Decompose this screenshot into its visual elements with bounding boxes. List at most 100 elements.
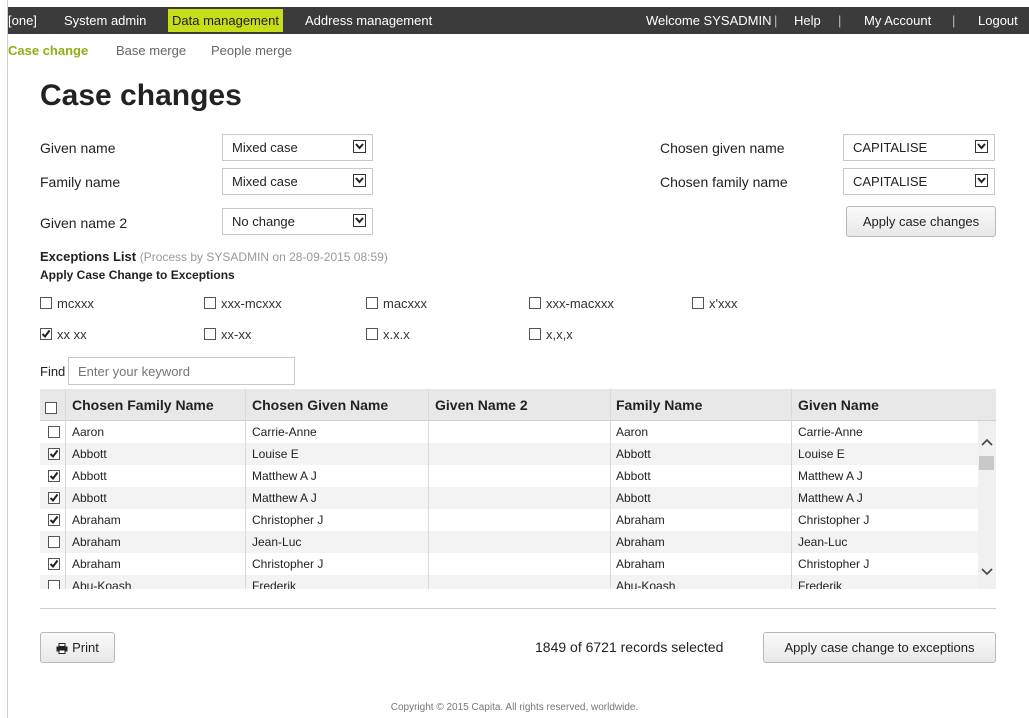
search-input[interactable] (68, 357, 295, 385)
row-checkbox[interactable] (48, 426, 65, 440)
table-row[interactable]: Abraham Christopher J Abraham Christopher J (40, 553, 978, 575)
table-cell: Abbott (616, 491, 651, 505)
exception-option-label: xx-xx (221, 327, 252, 342)
chevron-down-icon (353, 174, 366, 187)
top-navigation-bar: [one] System admin Data management Addre… (8, 7, 1029, 34)
table-body: Aaron Carrie-Anne Aaron Carrie-Anne Abbott Lo… (40, 421, 978, 589)
checkbox[interactable] (366, 297, 378, 309)
table-row[interactable]: Abraham Jean-Luc Abraham Jean-Luc (40, 531, 978, 553)
exception-option-label: xx xx (57, 327, 87, 342)
subnav-people-merge[interactable]: People merge (211, 43, 292, 58)
row-checkbox[interactable] (48, 580, 65, 589)
exception-option[interactable]: macxxx (366, 296, 427, 311)
column-divider (610, 389, 611, 589)
separator: | (774, 13, 778, 28)
divider (40, 608, 996, 609)
exception-option[interactable]: mcxxx (40, 296, 94, 311)
exception-option[interactable]: x,x,x (529, 327, 573, 342)
exceptions-heading: Exceptions List (Process by SYSADMIN on … (40, 249, 388, 264)
table-cell: Abraham (616, 535, 665, 549)
chosen-family-name-select[interactable]: CAPITALISE (843, 168, 995, 195)
family-name-label: Family name (40, 174, 121, 190)
table-row[interactable]: Abbott Matthew A J Abbott Matthew A J (40, 487, 978, 509)
checkbox[interactable] (529, 328, 541, 340)
subnav-case-change[interactable]: Case change (8, 43, 88, 58)
frame-border (7, 0, 8, 718)
table-row[interactable]: Abu-Koash Frederik Abu-Koash Frederik (40, 575, 978, 589)
chevron-down-icon[interactable] (981, 563, 993, 581)
table-row[interactable]: Abraham Christopher J Abraham Christopher J (40, 509, 978, 531)
checkbox[interactable] (529, 297, 541, 309)
scrollbar-thumb[interactable] (979, 456, 994, 470)
exception-option[interactable]: xx-xx (204, 327, 251, 342)
separator: | (838, 13, 842, 28)
checkbox[interactable] (204, 328, 216, 340)
column-header[interactable]: Chosen Family Name (72, 397, 214, 413)
sub-navigation: Case change Base merge People merge (8, 35, 1029, 62)
nav-data-management[interactable]: Data management (168, 9, 283, 32)
my-account-link[interactable]: My Account (864, 7, 931, 34)
exception-option[interactable]: x'xxx (692, 296, 737, 311)
chevron-down-icon (975, 174, 988, 187)
given-name-2-label: Given name 2 (40, 215, 128, 231)
exception-option-label: xxx-mcxxx (221, 296, 282, 311)
nav-address-management[interactable]: Address management (305, 7, 432, 34)
apply-exceptions-button[interactable]: Apply case change to exceptions (763, 632, 996, 663)
family-name-select[interactable]: Mixed case (222, 168, 373, 195)
exception-option[interactable]: xx xx (40, 327, 87, 342)
help-link[interactable]: Help (794, 7, 821, 34)
table-cell: Jean-Luc (798, 535, 848, 549)
logout-link[interactable]: Logout (978, 7, 1018, 34)
table-row[interactable]: Aaron Carrie-Anne Aaron Carrie-Anne (40, 421, 978, 443)
subnav-base-merge[interactable]: Base merge (116, 43, 186, 58)
row-checkbox[interactable] (48, 536, 65, 550)
exception-option[interactable]: x.x.x (366, 327, 410, 342)
table-cell: Abraham (72, 535, 121, 549)
column-divider (791, 389, 792, 589)
table-cell: Matthew A J (798, 469, 863, 483)
column-header[interactable]: Given Name 2 (435, 397, 528, 413)
column-header[interactable]: Family Name (616, 397, 702, 413)
exceptions-subtitle: Apply Case Change to Exceptions (40, 268, 235, 282)
exception-option-label: xxx-macxxx (546, 296, 614, 311)
nav-system-admin[interactable]: System admin (64, 7, 146, 34)
checkbox[interactable] (204, 297, 216, 309)
exception-option[interactable]: xxx-macxxx (529, 296, 614, 311)
brand-link[interactable]: [one] (8, 7, 37, 34)
exceptions-title: Exceptions List (40, 249, 137, 264)
column-header[interactable]: Chosen Given Name (252, 397, 388, 413)
row-checkbox[interactable] (48, 470, 65, 484)
row-checkbox[interactable] (48, 492, 65, 506)
given-name-label: Given name (40, 140, 116, 156)
chevron-down-icon (975, 140, 988, 153)
row-checkbox[interactable] (48, 558, 65, 572)
table-row[interactable]: Abbott Louise E Abbott Louise E (40, 443, 978, 465)
given-name-2-select[interactable]: No change (222, 208, 373, 235)
checkbox[interactable] (40, 297, 52, 309)
table-row[interactable]: Abbott Matthew A J Abbott Matthew A J (40, 465, 978, 487)
chevron-down-icon (353, 140, 366, 153)
table-cell: Christopher J (252, 513, 324, 527)
print-button[interactable]: Print (40, 632, 115, 663)
exception-option-label: x.x.x (383, 327, 410, 342)
select-all-checkbox[interactable] (45, 400, 62, 418)
chosen-given-name-select[interactable]: CAPITALISE (843, 134, 995, 161)
table-cell: Louise E (798, 447, 845, 461)
checkbox[interactable] (40, 328, 52, 340)
chevron-up-icon[interactable] (981, 433, 993, 451)
row-checkbox[interactable] (48, 514, 65, 528)
table-scrollbar[interactable] (978, 421, 996, 589)
table-cell: Abu-Koash (72, 579, 132, 589)
exception-option[interactable]: xxx-mcxxx (204, 296, 282, 311)
table-cell: Aaron (616, 425, 649, 439)
table-cell: Abraham (616, 513, 665, 527)
table-cell: Christopher J (252, 557, 324, 571)
checkbox[interactable] (692, 297, 704, 309)
apply-case-changes-button[interactable]: Apply case changes (846, 206, 996, 237)
row-checkbox[interactable] (48, 448, 65, 462)
checkbox[interactable] (366, 328, 378, 340)
column-header[interactable]: Given Name (798, 397, 879, 413)
page-title: Case changes (40, 79, 242, 112)
table-cell: Abraham (72, 557, 121, 571)
given-name-select[interactable]: Mixed case (222, 134, 373, 161)
